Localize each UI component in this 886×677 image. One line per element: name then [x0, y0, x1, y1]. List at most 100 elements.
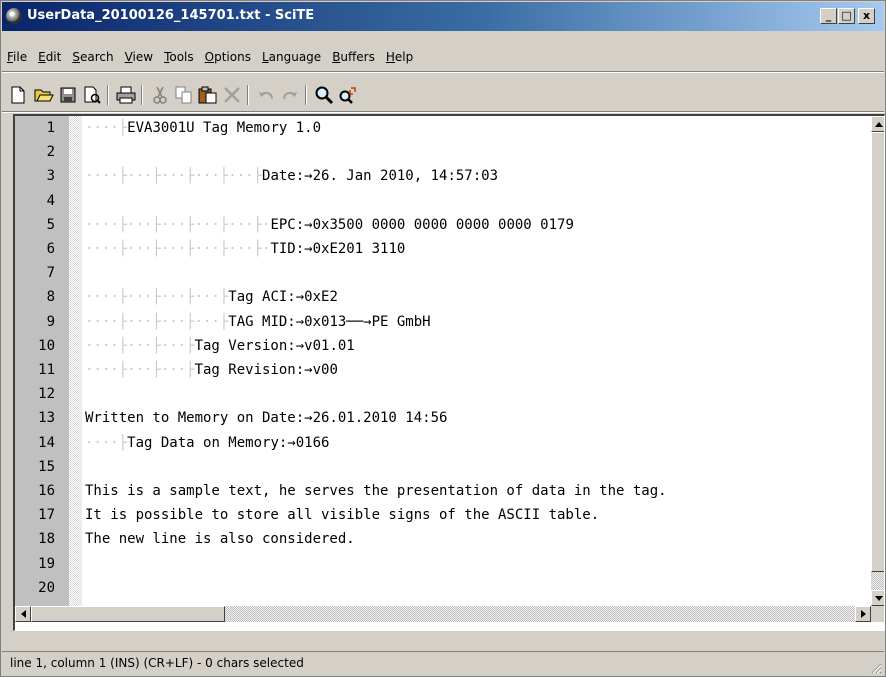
- new-file-icon[interactable]: [7, 84, 29, 106]
- toolbar: [3, 79, 883, 111]
- line-content: The new line is also considered.: [85, 531, 355, 548]
- line-number: 2: [46, 144, 55, 161]
- print-icon[interactable]: [115, 84, 137, 106]
- toolbar-separator: [247, 85, 249, 105]
- horizontal-scroll-thumb[interactable]: [31, 606, 225, 622]
- line-content: Written to Memory on Date:→26.01.2010 14…: [85, 410, 448, 427]
- line-number: 5: [46, 216, 55, 233]
- menu-help[interactable]: Help: [381, 45, 418, 69]
- menu-bar: File Edit Search View Tools Options Language Bu…: [2, 45, 419, 69]
- toolbar-separator: [305, 85, 307, 105]
- undo-icon[interactable]: [255, 84, 277, 106]
- editor-line[interactable]: 18 The new line is also considered.: [15, 529, 871, 549]
- editor-line[interactable]: 10 ····├···├···├Tag Version:→v01.01: [15, 336, 871, 356]
- line-text: ····├···├···├···├···├·EPC:→0x3500 0000 0…: [85, 215, 574, 235]
- line-number: 1: [46, 120, 55, 136]
- editor-line[interactable]: 16 This is a sample text, he serves the p…: [15, 481, 871, 501]
- indent-guides: ····├···├···├···├···├·: [85, 216, 271, 233]
- editor-line[interactable]: 1 ····├EVA3001U Tag Memory 1.0: [15, 118, 871, 138]
- editor-line[interactable]: 15: [15, 457, 871, 477]
- toolbar-separator: [141, 85, 143, 105]
- title-bar[interactable]: UserData_20100126_145701.txt - SciTE _ □…: [2, 2, 884, 31]
- line-content: TID:→0xE201 3110: [270, 241, 406, 257]
- replace-icon[interactable]: [337, 84, 359, 106]
- open-folder-icon[interactable]: [33, 84, 55, 106]
- line-number: 11: [38, 362, 55, 378]
- status-bar: line 1, column 1 (INS) (CR+LF) - 0 chars…: [2, 651, 884, 676]
- line-number: 8: [46, 289, 55, 306]
- menu-options[interactable]: Options: [200, 45, 256, 69]
- indent-guides: ····├···├···├···├: [85, 289, 229, 306]
- line-number: 20: [38, 579, 55, 596]
- editor-line[interactable]: 11 ····├···├···├Tag Revision:→v00: [15, 360, 871, 380]
- scroll-left-button[interactable]: [15, 606, 31, 622]
- text-editor[interactable]: 1 ····├EVA3001U Tag Memory 1.0 2 3 ····├···├…: [13, 114, 885, 631]
- menu-tools[interactable]: Tools: [159, 45, 199, 69]
- maximize-button[interactable]: □: [838, 8, 855, 24]
- horizontal-scrollbar[interactable]: [15, 606, 871, 622]
- editor-line[interactable]: 12: [15, 384, 871, 404]
- editor-line[interactable]: 6 ····├···├···├···├···├·TID:→0xE201 3110: [15, 239, 871, 259]
- line-text: ····├···├···├···├TAG MID:→0x013──→PE Gmb…: [85, 312, 431, 332]
- delete-icon[interactable]: [221, 84, 243, 106]
- indent-guides: ····├···├···├···├···├·: [85, 241, 271, 257]
- editor-line[interactable]: 17 It is possible to store all visible si…: [15, 505, 871, 525]
- close-button[interactable]: x: [858, 8, 875, 24]
- menu-language[interactable]: Language: [257, 45, 326, 69]
- menu-edit[interactable]: Edit: [33, 45, 66, 69]
- menu-toolbar-divider: [2, 71, 884, 73]
- menu-view[interactable]: View: [120, 45, 158, 69]
- line-content: TAG MID:→0x013──→PE GmbH: [228, 313, 431, 330]
- indent-guides: ····├: [85, 434, 128, 451]
- line-text: Written to Memory on Date:→26.01.2010 14…: [85, 408, 447, 428]
- line-content: Tag ACI:→0xE2: [228, 289, 338, 306]
- editor-line[interactable]: 2: [15, 142, 871, 162]
- line-text: ····├Tag Data on Memory:→0166: [85, 433, 329, 453]
- indent-guides: ····├···├···├···├: [85, 313, 229, 330]
- line-number: 3: [46, 168, 55, 185]
- copy-icon[interactable]: [173, 84, 195, 106]
- window-title: UserData_20100126_145701.txt - SciTE: [27, 8, 315, 23]
- cut-icon[interactable]: [149, 84, 171, 106]
- editor-line[interactable]: 14 ····├Tag Data on Memory:→0166: [15, 433, 871, 453]
- line-number: 19: [38, 555, 55, 572]
- resize-grip-icon[interactable]: [870, 662, 882, 674]
- editor-line[interactable]: 4: [15, 191, 871, 211]
- minimize-button[interactable]: _: [820, 8, 837, 24]
- line-text: ····├···├···├Tag Version:→v01.01: [85, 336, 355, 356]
- find-icon[interactable]: [313, 84, 335, 106]
- vertical-scrollbar[interactable]: [871, 116, 884, 606]
- save-icon[interactable]: [57, 84, 79, 106]
- menu-file[interactable]: File: [2, 45, 32, 69]
- line-content: Date:→26. Jan 2010, 14:57:03: [262, 168, 499, 185]
- editor-line[interactable]: 5 ····├···├···├···├···├·EPC:→0x3500 0000 …: [15, 215, 871, 235]
- scroll-right-button[interactable]: [855, 606, 871, 622]
- menu-buffers[interactable]: Buffers: [327, 45, 380, 69]
- paste-icon[interactable]: [197, 84, 219, 106]
- toolbar-editor-divider: [2, 111, 884, 113]
- app-icon[interactable]: [6, 8, 22, 24]
- line-number: 14: [38, 434, 55, 451]
- arrow-down-icon: [875, 595, 883, 601]
- editor-line[interactable]: 3 ····├···├···├···├···├Date:→26. Jan 2010…: [15, 166, 871, 186]
- line-number: 12: [38, 386, 55, 403]
- editor-line[interactable]: 19: [15, 554, 871, 574]
- close-file-icon[interactable]: [81, 84, 103, 106]
- editor-line[interactable]: 7: [15, 263, 871, 283]
- editor-line[interactable]: 20: [15, 578, 871, 598]
- scite-window: UserData_20100126_145701.txt - SciTE _ □…: [0, 0, 886, 677]
- editor-line[interactable]: 13 Written to Memory on Date:→26.01.2010 …: [15, 408, 871, 428]
- line-number: 15: [38, 458, 55, 475]
- menu-search[interactable]: Search: [67, 45, 118, 69]
- vertical-scroll-thumb[interactable]: [871, 132, 884, 572]
- indent-guides: ····├: [85, 120, 128, 136]
- line-number: 9: [46, 313, 55, 330]
- arrow-left-icon: [20, 610, 26, 618]
- editor-line[interactable]: 9 ····├···├···├···├TAG MID:→0x013──→PE Gm…: [15, 312, 871, 332]
- scroll-down-button[interactable]: [871, 590, 884, 606]
- scroll-up-button[interactable]: [871, 116, 884, 132]
- editor-line[interactable]: 8 ····├···├···├···├Tag ACI:→0xE2: [15, 287, 871, 307]
- line-number: 6: [46, 241, 55, 257]
- toolbar-separator: [107, 85, 109, 105]
- redo-icon[interactable]: [279, 84, 301, 106]
